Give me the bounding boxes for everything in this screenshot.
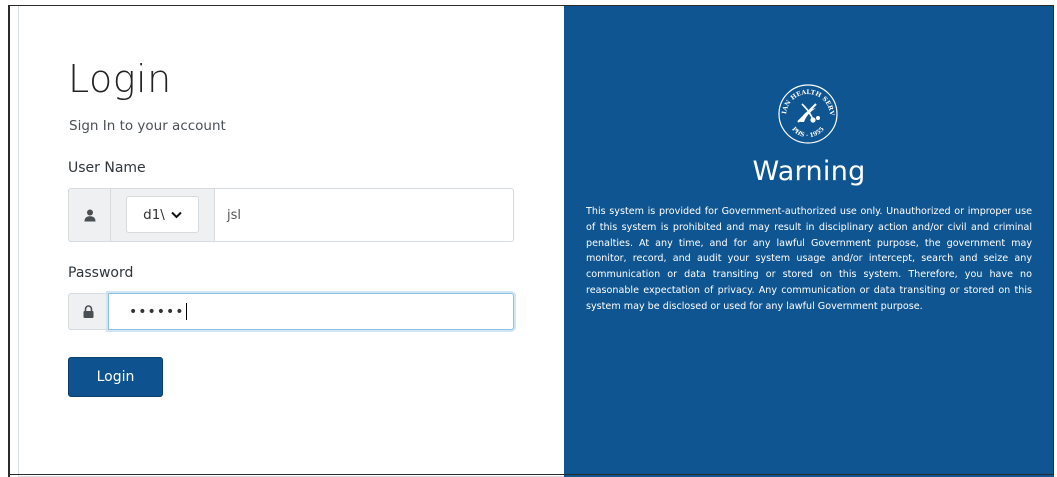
window-frame [8,5,1054,475]
